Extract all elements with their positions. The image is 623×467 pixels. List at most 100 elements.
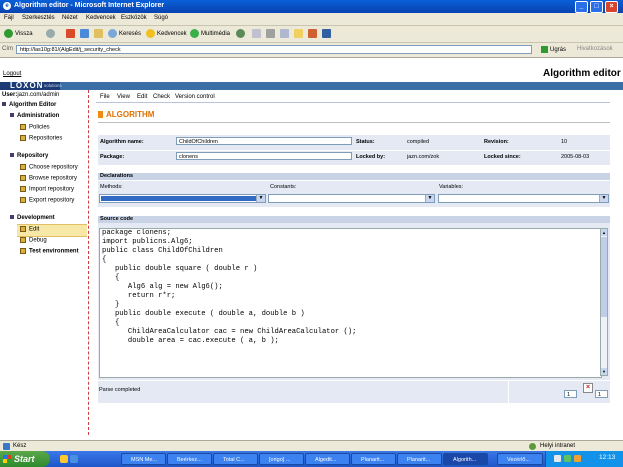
parse-divider bbox=[508, 381, 509, 403]
package-input[interactable]: clonens bbox=[176, 152, 352, 160]
quick-launch-icon[interactable] bbox=[70, 455, 78, 463]
chevron-down-icon[interactable]: ▼ bbox=[425, 195, 434, 202]
sidebar-group-development[interactable]: Development bbox=[10, 215, 55, 221]
app-menu-view[interactable]: View bbox=[117, 94, 130, 100]
home-button[interactable] bbox=[94, 29, 105, 38]
app-menu-file[interactable]: File bbox=[100, 94, 110, 100]
task-planarit-2[interactable]: Planarit... bbox=[397, 453, 442, 465]
minimize-button[interactable]: _ bbox=[575, 1, 588, 13]
tree-node-icon bbox=[10, 215, 14, 220]
tray-icon[interactable] bbox=[554, 455, 561, 462]
constants-label: Constants: bbox=[270, 184, 297, 190]
logout-link[interactable]: Logout bbox=[3, 71, 21, 77]
messenger-button[interactable] bbox=[308, 29, 319, 38]
source-code-editor[interactable]: package clonens; import publicns.Alg6; pub… bbox=[99, 228, 602, 378]
go-button[interactable]: Ugrás bbox=[541, 46, 566, 53]
constants-select[interactable]: ▼ bbox=[268, 194, 435, 203]
section-rule bbox=[98, 122, 610, 123]
scroll-thumb[interactable] bbox=[601, 237, 607, 317]
task-origo[interactable]: [origo] ... bbox=[259, 453, 304, 465]
maximize-button[interactable]: □ bbox=[590, 1, 603, 13]
mail-button[interactable] bbox=[252, 29, 263, 38]
sidebar-item-debug[interactable]: Debug bbox=[20, 237, 47, 244]
app-menu-edit[interactable]: Edit bbox=[137, 94, 147, 100]
search-icon bbox=[108, 29, 117, 38]
sidebar-item-test-environment[interactable]: Test environment bbox=[20, 248, 79, 255]
back-button[interactable]: Vissza bbox=[4, 29, 33, 38]
task-algedit[interactable]: Algedit... bbox=[305, 453, 350, 465]
links-button[interactable]: Hivatkozások bbox=[577, 46, 613, 52]
sidebar-item-policies[interactable]: Policies bbox=[20, 124, 50, 131]
menu-view[interactable]: Nézet bbox=[62, 15, 78, 21]
sidebar-item-repositories[interactable]: Repositories bbox=[20, 135, 62, 142]
print-icon bbox=[266, 29, 275, 38]
star-icon bbox=[146, 29, 155, 38]
source-scrollbar[interactable]: ▲ ▼ bbox=[600, 228, 608, 376]
search-button[interactable]: Keresés bbox=[108, 29, 141, 38]
error-icon[interactable]: × bbox=[583, 383, 593, 393]
url-input[interactable]: http://las10g:81/(AlgEdit/j_security_che… bbox=[16, 45, 532, 54]
print-button[interactable] bbox=[266, 29, 277, 38]
close-button[interactable]: × bbox=[605, 1, 618, 13]
variables-select[interactable]: ▼ bbox=[438, 194, 609, 203]
menu-edit[interactable]: Szerkesztés bbox=[22, 15, 55, 21]
sidebar-item-choose-repository[interactable]: Choose repository bbox=[20, 164, 78, 171]
column-number-field[interactable]: 1 bbox=[595, 390, 608, 398]
sidebar-item-export-repository[interactable]: Export repository bbox=[20, 197, 74, 204]
methods-select[interactable]: ▼ bbox=[99, 194, 266, 203]
bullet-icon bbox=[20, 248, 26, 254]
sidebar-group-repository[interactable]: Repository bbox=[10, 153, 48, 159]
parse-row bbox=[98, 381, 610, 403]
bullet-icon bbox=[20, 186, 26, 192]
research-button[interactable] bbox=[322, 29, 333, 38]
code-line: Alg6 alg = new Alg6(); bbox=[102, 283, 223, 291]
task-planarit-1[interactable]: Planarit... bbox=[351, 453, 396, 465]
refresh-button[interactable] bbox=[80, 29, 91, 38]
source-header: Source code bbox=[98, 216, 610, 223]
app-menu-version-control[interactable]: Version control bbox=[175, 94, 215, 100]
sidebar-item-edit[interactable]: Edit bbox=[20, 226, 39, 233]
logout-label: Logout bbox=[3, 71, 22, 77]
edit-page-button[interactable] bbox=[280, 29, 291, 38]
bullet-icon bbox=[20, 135, 26, 141]
scroll-down-icon[interactable]: ▼ bbox=[601, 368, 607, 375]
tray-icon[interactable] bbox=[564, 455, 571, 462]
media-button[interactable]: Multimédia bbox=[190, 29, 230, 38]
history-button[interactable] bbox=[236, 29, 247, 38]
algorithm-name-label: Algorithm name: bbox=[100, 139, 144, 145]
task-control-panel[interactable]: Vezérlő... bbox=[497, 453, 543, 465]
task-msn[interactable]: MSN Me... bbox=[121, 453, 166, 465]
tray-icon[interactable] bbox=[574, 455, 581, 462]
sidebar-root[interactable]: Algorithm Editor bbox=[2, 102, 56, 108]
menu-tools[interactable]: Eszközök bbox=[121, 15, 147, 21]
app-menu-check[interactable]: Check bbox=[153, 94, 170, 100]
sidebar-item-import-repository[interactable]: Import repository bbox=[20, 186, 74, 193]
status-value: compiled bbox=[407, 139, 430, 145]
menu-separator bbox=[96, 102, 610, 103]
window-title-bar[interactable]: e Algorithm editor - Microsoft Internet … bbox=[0, 0, 623, 13]
task-inbox[interactable]: Beérkez... bbox=[167, 453, 212, 465]
discuss-button[interactable] bbox=[294, 29, 305, 38]
task-label: Planarit... bbox=[407, 457, 431, 463]
menu-help[interactable]: Súgó bbox=[154, 15, 168, 21]
sidebar-item-label: Browse repository bbox=[29, 175, 78, 182]
task-total-commander[interactable]: Total C... bbox=[213, 453, 258, 465]
chevron-down-icon[interactable]: ▼ bbox=[599, 195, 608, 202]
stop-button[interactable] bbox=[66, 29, 77, 38]
line-number-field[interactable]: 1 bbox=[564, 390, 577, 398]
algorithm-name-input[interactable]: ChildOfChildren bbox=[176, 137, 352, 145]
forward-button[interactable] bbox=[46, 29, 57, 38]
task-label: Algorith... bbox=[453, 457, 477, 463]
sidebar-item-browse-repository[interactable]: Browse repository bbox=[20, 175, 77, 182]
scroll-up-icon[interactable]: ▲ bbox=[601, 229, 607, 236]
quick-launch-icon[interactable] bbox=[60, 455, 68, 463]
sidebar-group-administration[interactable]: Administration bbox=[10, 113, 59, 119]
menu-favorites[interactable]: Kedvencek bbox=[86, 15, 116, 21]
messenger-icon bbox=[308, 29, 317, 38]
menu-file[interactable]: Fájl bbox=[4, 15, 14, 21]
ie-toolbar: Vissza Keresés Kedvencek Multimédia bbox=[0, 26, 623, 43]
chevron-down-icon[interactable]: ▼ bbox=[256, 195, 265, 202]
favorites-button[interactable]: Kedvencek bbox=[146, 29, 187, 38]
task-algorithm-editor[interactable]: Algorith... bbox=[443, 453, 488, 465]
zone-text: Helyi intranet bbox=[540, 443, 576, 449]
